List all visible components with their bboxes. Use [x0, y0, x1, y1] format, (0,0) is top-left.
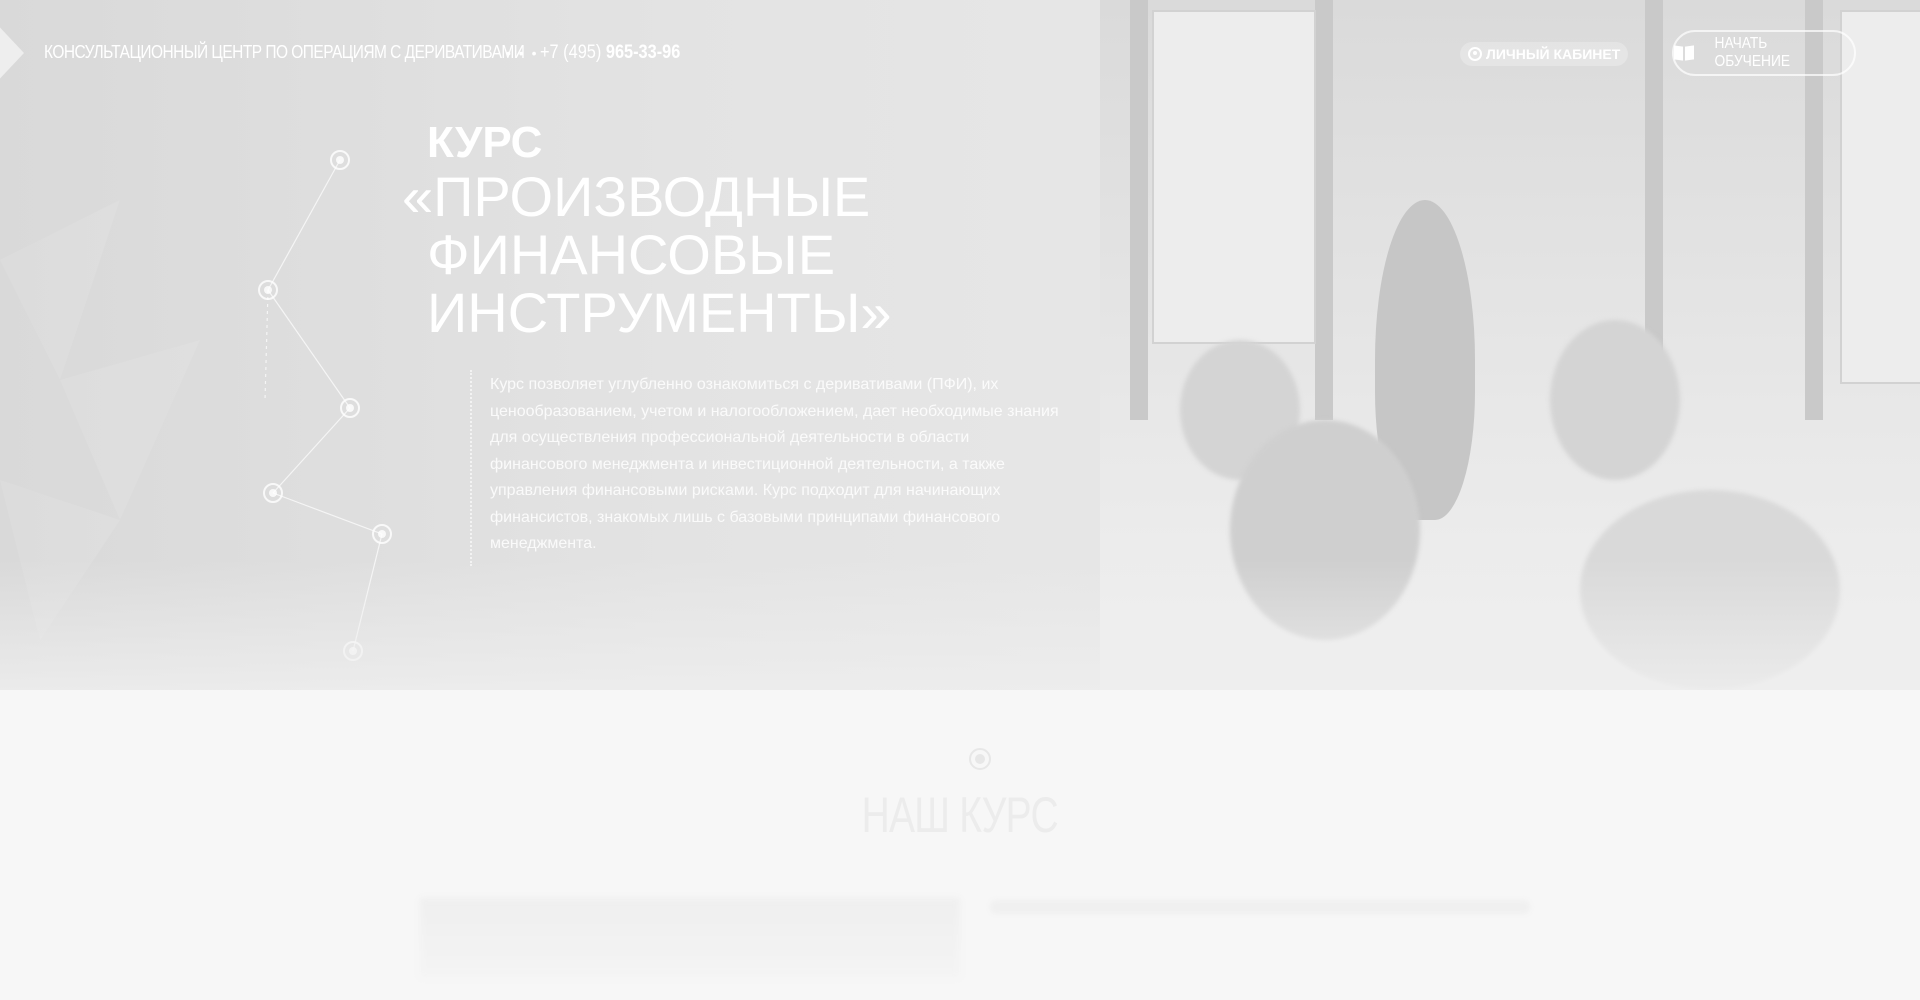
circle-dot-icon	[969, 748, 991, 770]
header-separator-dots: • • •	[506, 45, 539, 61]
course-card-image	[420, 898, 960, 978]
course-kicker: КУРС	[427, 118, 543, 167]
open-book-icon	[1674, 46, 1694, 60]
start-label: Начать обучение	[1714, 35, 1790, 70]
course-card-text-placeholder	[990, 900, 1530, 914]
course-title-line: ФИНАНСОВЫЕ	[427, 223, 836, 286]
user-circle-icon	[1468, 47, 1482, 61]
start-learning-button[interactable]: Начать обучение	[1672, 30, 1856, 76]
course-description: Курс позволяет углубленно ознакомиться с…	[490, 376, 1059, 552]
hero-fade	[0, 560, 1920, 690]
phone-prefix: +7 (495)	[540, 42, 606, 63]
course-title-line: «ПРОИЗВОДНЫЕ	[402, 165, 871, 228]
course-title-line: ИНСТРУМЕНТЫ»	[427, 281, 892, 344]
cabinet-label: Личный кабинет	[1486, 46, 1621, 62]
personal-cabinet-button[interactable]: Личный кабинет	[1460, 42, 1629, 66]
phone-number[interactable]: +7 (495) 965-33-96	[540, 42, 680, 64]
phone-main: 965-33-96	[605, 42, 681, 63]
section-title: Наш курс	[0, 786, 1920, 844]
hero-banner	[0, 0, 1920, 690]
course-title: «ПРОИЗВОДНЫЕ ФИНАНСОВЫЕ ИНСТРУМЕНТЫ»	[402, 168, 922, 342]
screen-board	[1840, 10, 1920, 384]
window-frame	[1130, 0, 1148, 420]
audience-head	[1550, 320, 1680, 480]
section-title-text: Наш курс	[861, 787, 1059, 843]
screen-board	[1152, 10, 1316, 344]
window-frame	[1315, 0, 1333, 420]
description-border	[470, 370, 473, 566]
site-title[interactable]: Консультационный центр по операциям с де…	[44, 42, 525, 63]
